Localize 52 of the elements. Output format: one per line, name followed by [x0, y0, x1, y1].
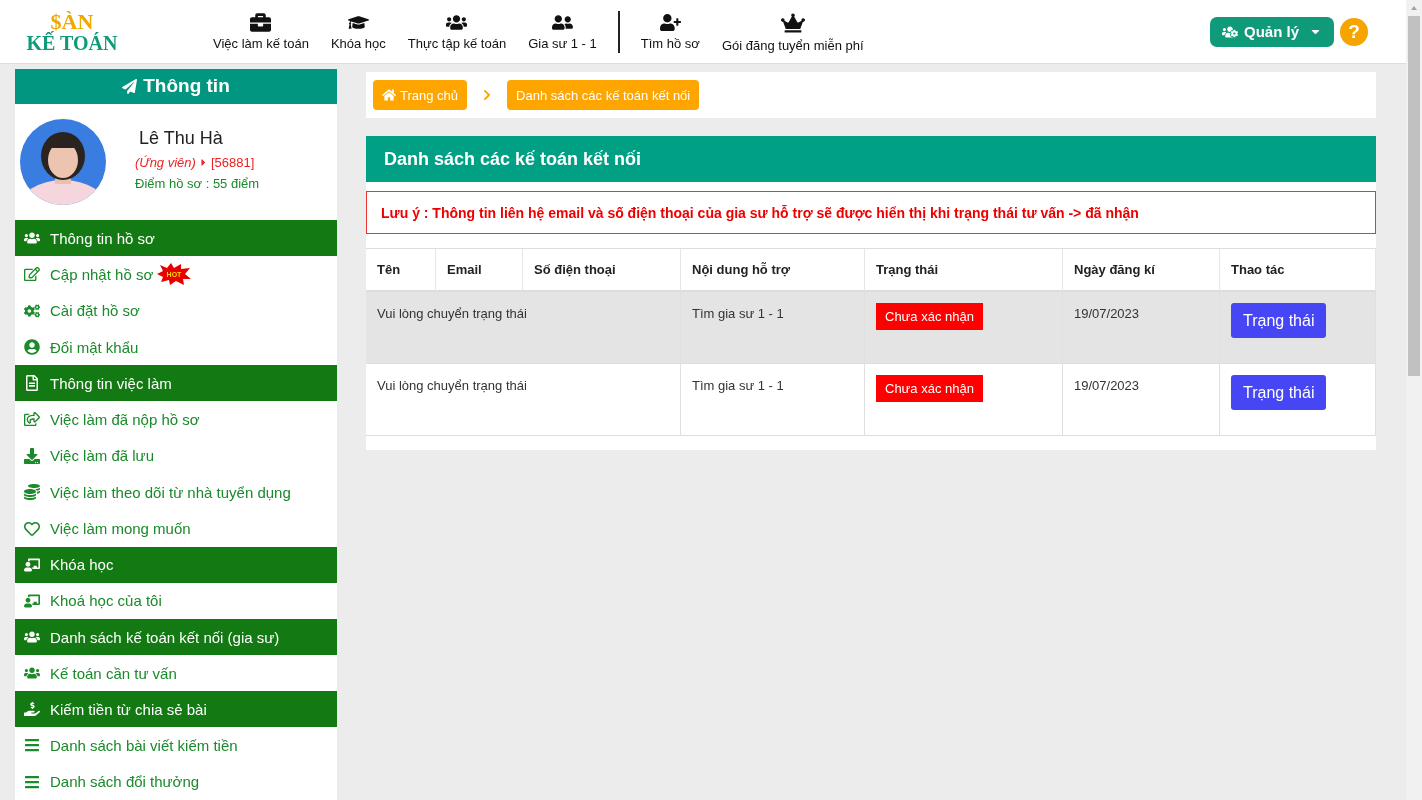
group-icon: [24, 230, 40, 247]
status-label: Chưa xác nhận: [876, 303, 983, 330]
teacher-icon: [24, 592, 40, 609]
sidebar-title-text: Thông tin: [143, 75, 230, 98]
profile-id: [56881]: [210, 154, 255, 170]
nav-link[interactable]: Tìm hồ sơ: [629, 12, 711, 51]
table-cell: Tìm gia sư 1 - 1: [681, 292, 865, 364]
edit-icon: [24, 266, 40, 283]
share-icon: [24, 411, 40, 428]
nav-link[interactable]: Khóa học: [319, 12, 397, 51]
sidebar-section-header[interactable]: Khóa học: [15, 546, 337, 583]
table-cell: 19/07/2023: [1063, 364, 1220, 436]
teacher-icon: [24, 556, 40, 573]
table-cell: Vui lòng chuyển trạng thái: [366, 364, 681, 436]
profile-name: Lê Thu Hà: [139, 127, 224, 149]
sidebar-section-header[interactable]: Kiếm tiền từ chia sẻ bài: [15, 691, 337, 728]
paper-plane-icon: [122, 78, 138, 94]
status-button[interactable]: Trạng thái: [1231, 375, 1327, 410]
nav-link[interactable]: Thực tập kế toán: [396, 12, 518, 51]
document-icon: [24, 375, 40, 392]
group-icon: [24, 665, 40, 682]
money-hand-icon: [24, 701, 40, 718]
download-icon: [24, 447, 40, 464]
nav-link[interactable]: Gói đăng tuyển miễn phí: [710, 10, 875, 53]
coins-icon: [24, 484, 40, 501]
manage-dropdown-button[interactable]: Quản lý: [1210, 16, 1334, 47]
add-user-icon: [659, 12, 681, 33]
profile-score: Điểm hồ sơ : 55 điểm: [135, 175, 260, 191]
table-cell: Vui lòng chuyển trạng thái: [366, 292, 681, 364]
status-label: Chưa xác nhận: [876, 375, 983, 402]
notice-message: Lưu ý : Thông tin liên hệ email và số điện thoại của gia sư hỗ trợ sẽ được hiển thị khi trạng thái tư vấn -> đã nhận: [366, 191, 1376, 234]
status-button[interactable]: Trạng thái: [1231, 303, 1327, 338]
sidebar-section-header[interactable]: Thông tin hồ sơ: [15, 220, 337, 257]
logo[interactable]: $ÀN KẾ TOÁN: [22, 10, 122, 53]
heart-icon: [24, 520, 40, 537]
menu-icon: [24, 737, 40, 754]
table-cell: 19/07/2023: [1063, 292, 1220, 364]
briefcase-icon: [250, 12, 272, 33]
group-icon: [24, 629, 40, 646]
people-icon: [551, 12, 573, 33]
nav-link[interactable]: Việc làm kế toán: [202, 12, 320, 51]
sidebar-section-header[interactable]: Danh sách kế toán kết nối (gia sư): [15, 619, 337, 655]
table-cell: Tìm gia sư 1 - 1: [681, 364, 865, 436]
gears-icon: [24, 302, 40, 319]
group-icon: [446, 12, 468, 33]
profile-role: (Ứng viên): [135, 154, 196, 170]
panel-title: Danh sách các kế toán kết nối: [366, 136, 1376, 182]
sidebar-section-header[interactable]: Thông tin việc làm: [15, 365, 337, 402]
home-icon: [382, 88, 396, 102]
menu-icon: [24, 773, 40, 790]
user-icon: [24, 339, 40, 356]
nav-link[interactable]: Gia sư 1 - 1: [517, 12, 608, 51]
